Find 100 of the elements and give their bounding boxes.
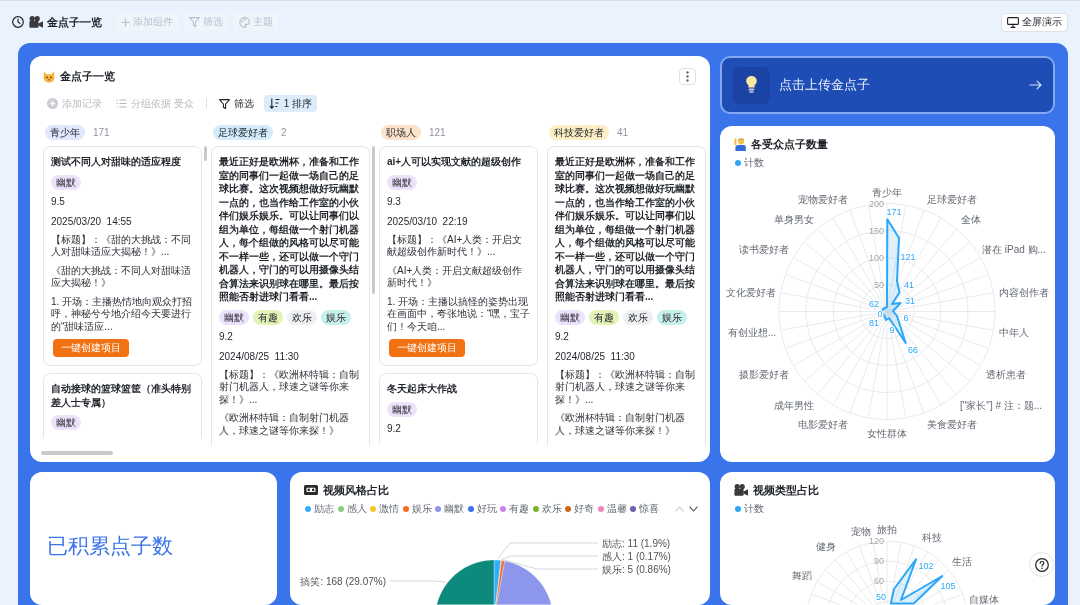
filter-icon	[189, 17, 200, 27]
axis-label: 内容创作者	[999, 286, 1049, 298]
idea-card[interactable]: 自动接球的篮球篮筐（准头特别差人士专属） 幽默	[43, 373, 202, 439]
group-count: 41	[617, 126, 629, 138]
axis-label: 摄影爱好者	[739, 368, 789, 380]
more-button[interactable]	[679, 68, 696, 85]
group-tag[interactable]: 青少年	[45, 124, 85, 140]
movie-camera-icon	[734, 484, 748, 496]
upload-idea-button[interactable]: 点击上传金点子	[720, 56, 1055, 114]
axis-label: 青少年	[872, 187, 902, 199]
legend-label[interactable]: 激情	[379, 502, 399, 516]
idea-card[interactable]: ai+人可以实现文献的超级创作 幽默 9.3 2025/03/10 22:19 【标题】：《AI+人类：开启文献超级创作新时代！》... 《AI+人类：开启文献超级创作新时代！》 1. 开场：主播以搞怪的姿势出现在画面中，夸张地说：“嘿，宝子们！今天咱... 一键创建项目	[379, 146, 538, 366]
legend-label[interactable]: 好玩	[476, 502, 497, 516]
present-button[interactable]: 全屏演示	[1001, 12, 1068, 32]
axis-label: 成年男性	[774, 399, 814, 411]
style-tag: 幽默	[219, 309, 249, 325]
scrollbar-thumb[interactable]	[372, 146, 375, 294]
scrollbar-thumb[interactable]	[41, 451, 113, 455]
tick-label: 100	[868, 252, 884, 263]
axis-label: 单身男女	[774, 213, 814, 225]
axis-label: 潜在 iPad 购...	[982, 243, 1046, 255]
legend-label[interactable]: 惊喜	[639, 502, 659, 516]
axis-label: 中年人	[999, 326, 1029, 338]
legend-label[interactable]: 幽默	[444, 502, 464, 516]
style-tag: 娱乐	[657, 309, 687, 325]
axis-label: 透析患者	[986, 368, 1026, 380]
idea-card[interactable]: 测试不同人对甜味的适应程度 幽默 9.5 2025/03/20 14:55 【标题】：《甜的大挑战：不同人对甜味适应大揭秘！》... 《甜的大挑战：不同人对甜味适应大揭秘！》 1. 开场：主播热情地向观众打招呼，神秘兮兮地介绍今天要进行的“甜味适应... 一键创建项目	[43, 146, 202, 366]
slice-label: 娱乐: 5 (0.86%)	[602, 563, 671, 575]
field-text: 《欧洲杯特辑：自制射门机器人，球速之谜等你来探！》	[219, 412, 350, 437]
help-button[interactable]	[1029, 552, 1054, 577]
group-count: 121	[429, 126, 446, 138]
legend-label[interactable]: 温馨	[606, 502, 627, 516]
card-title: 最近正好是欧洲杯，准备和工作室的同事们一起做一场自己的足球比赛。这次视频想做好玩幽默一点的，也当作给工作室的小伙伴们娱乐娱乐。可以让同事们以组为单位，每组做一个射门机器人，每个组做的风格可以尽可能不一样一些，还可以做一个守门机器人，守门的可以用摄像头结合算法来识别球在哪里。最后按照能否射进球门看看...	[219, 155, 360, 304]
data-label: 81	[869, 318, 879, 328]
board-title: 金点子一览	[60, 69, 115, 84]
page-title: 金点子一览	[47, 14, 102, 30]
plus-circle-icon	[47, 98, 58, 109]
axis-label: ["家长"] # 注：题...	[960, 399, 1043, 411]
legend-label[interactable]: 计数	[744, 156, 764, 170]
field-text: 《AI+人类：开启文献超级创作新时代！》	[387, 264, 524, 290]
clock-icon[interactable]	[12, 16, 24, 28]
field-text: 【标题】：《欧洲杯特辑：自制射门机器人，球速之谜等你来探！》...	[555, 368, 696, 406]
data-label: 105	[940, 581, 956, 591]
axis-label: 文化爱好者	[726, 286, 776, 298]
axis-label: 自媒体	[969, 593, 999, 605]
cat-face-icon	[43, 70, 55, 83]
date-text: 2024/08/25 11:30	[219, 350, 299, 363]
legend-label[interactable]: 励志	[314, 502, 334, 516]
group-count: 171	[93, 126, 110, 138]
style-tag: 幽默	[51, 174, 81, 190]
slice-label: 励志: 11 (1.9%)	[602, 537, 671, 549]
axis-label: 女性群体	[867, 427, 907, 439]
filter-button[interactable]: 筛选	[214, 95, 258, 112]
field-text: 【标题】：《甜的大挑战：不同人对甜味适应大揭秘！》...	[51, 233, 192, 259]
chevron-down-icon[interactable]	[689, 506, 698, 512]
legend-label[interactable]: 娱乐	[411, 502, 432, 516]
field-text: 【标题】：《欧洲杯特辑：自制射门机器人，球速之谜等你来探！》...	[219, 368, 360, 406]
axis-label: 科技	[921, 532, 942, 544]
lightbulb-icon	[733, 66, 770, 104]
total-label: 已积累点子数	[47, 534, 174, 558]
card-title: 自动接球的篮球篮筐（准头特别差人士专属）	[51, 382, 192, 409]
tick-label: 120	[868, 536, 884, 546]
field-text: 《欧洲杯特辑：自制射门机器人，球速之谜等你来探！》	[555, 412, 686, 437]
card-title: 最近正好是欧洲杯，准备和工作室的同事们一起做一场自己的足球比赛。这次视频想做好玩幽默一点的，也当作给工作室的小伙伴们娱乐娱乐。可以让同事们以组为单位，每组做一个射门机器人，每个组做的风格可以尽可能不一样一些，还可以做一个守门机器人，守门的可以用摄像头结合算法来识别球在哪里。最后按照能否射进球门看看...	[555, 155, 696, 304]
scrollbar-thumb[interactable]	[204, 146, 207, 161]
tick-label: 90	[874, 556, 884, 567]
group-tag[interactable]: 足球爱好者	[213, 124, 273, 140]
sort-button[interactable]: 1 排序	[263, 95, 318, 112]
legend-label[interactable]: 感人	[346, 502, 367, 516]
score-text: 9.2	[555, 330, 569, 343]
idea-card[interactable]: 冬天起床大作战 幽默 9.2	[379, 373, 538, 444]
date-text: 2024/08/25 11:30	[555, 350, 635, 363]
style-tag: 有趣	[253, 309, 283, 325]
idea-card[interactable]	[211, 146, 370, 446]
group-tag[interactable]: 职场人	[381, 124, 421, 140]
group-count: 2	[281, 126, 287, 138]
slice-label: 感人: 1 (0.17%)	[602, 550, 671, 562]
group-tag[interactable]: 科技爱好者	[549, 124, 609, 140]
axis-label: 宠物	[850, 526, 871, 538]
tick-label: 60	[874, 576, 884, 587]
legend-label[interactable]: 有趣	[509, 502, 529, 516]
axis-label: 读书爱好者	[739, 243, 789, 255]
chart-title: 视频类型占比	[753, 482, 819, 498]
style-tag: 幽默	[387, 401, 417, 417]
axis-label: 健身	[816, 541, 836, 553]
card-title: ai+人可以实现文献的超级创作	[387, 155, 523, 169]
style-tag: 娱乐	[321, 309, 351, 325]
tick-label: 50	[874, 279, 884, 290]
data-label: 121	[900, 252, 916, 262]
style-tag: 欢乐	[287, 309, 317, 325]
axis-label: 生活	[952, 555, 973, 567]
data-label: 0	[877, 308, 883, 319]
tick-label: 200	[868, 198, 884, 209]
idea-card[interactable]	[547, 146, 706, 446]
field-text: 《甜的大挑战：不同人对甜味适应大揭秘！》	[51, 264, 192, 290]
date-text: 2025/03/10 22:19	[387, 215, 468, 228]
legend-label[interactable]: 欢乐	[541, 502, 562, 516]
legend-label[interactable]: 计数	[744, 502, 764, 516]
chart-title: 视频风格占比	[323, 482, 389, 498]
legend-label[interactable]: 好奇	[574, 502, 594, 516]
